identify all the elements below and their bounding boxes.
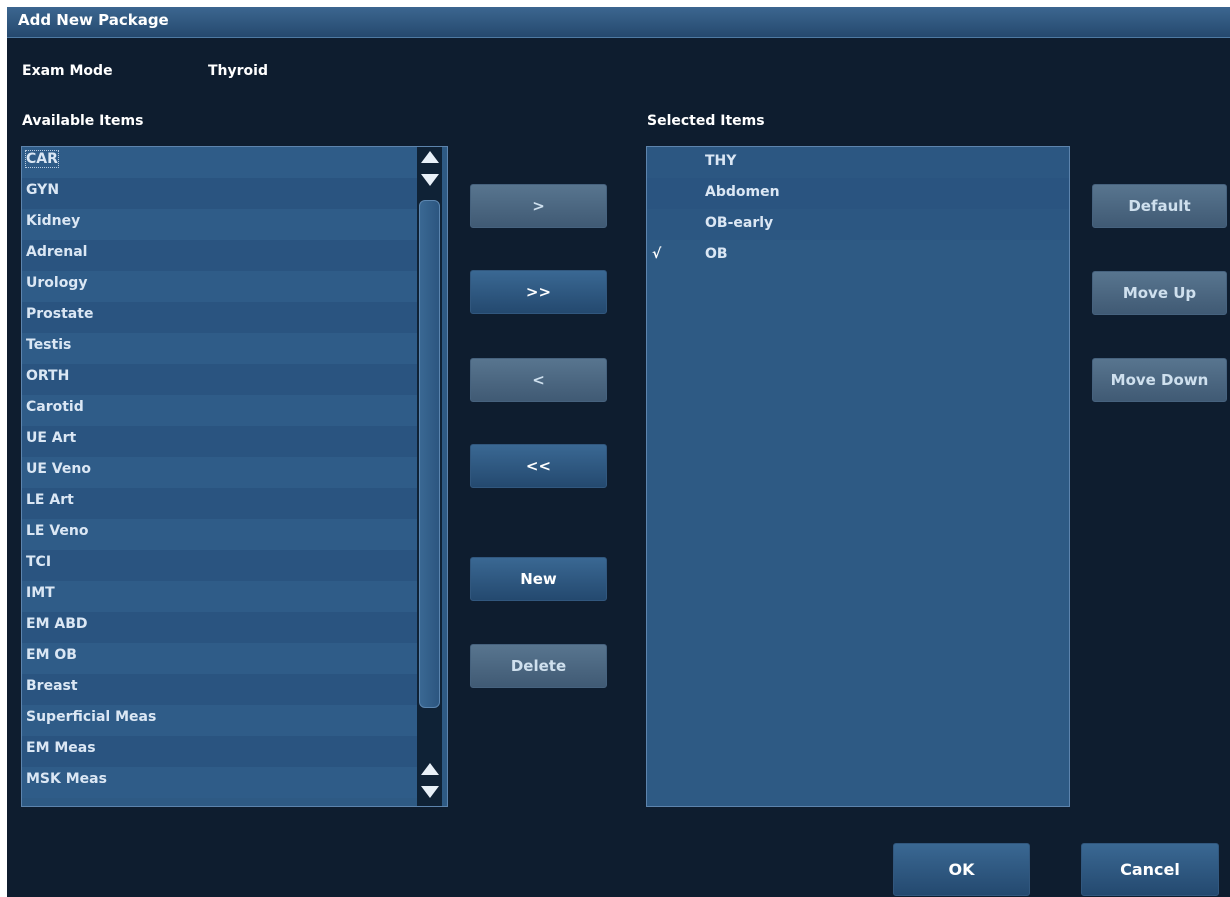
available-item-label: UE Veno xyxy=(26,461,91,477)
available-item[interactable]: EM ABD xyxy=(22,612,417,643)
selected-item-label: Abdomen xyxy=(705,184,780,200)
selected-item-label: OB xyxy=(705,246,728,262)
available-item[interactable]: Testis xyxy=(22,333,417,364)
cancel-button[interactable]: Cancel xyxy=(1081,843,1219,896)
dialog-title: Add New Package xyxy=(18,11,169,29)
scroll-up-arrow-icon[interactable] xyxy=(421,763,439,775)
available-item-label: GYN xyxy=(26,182,60,198)
scrollbar-thumb[interactable] xyxy=(419,200,440,708)
selected-items-title: Selected Items xyxy=(647,113,765,129)
available-item[interactable]: UE Art xyxy=(22,426,417,457)
available-item[interactable]: LE Art xyxy=(22,488,417,519)
available-item[interactable]: Prostate xyxy=(22,302,417,333)
selected-item[interactable]: OB-early xyxy=(647,209,1069,240)
available-item[interactable]: Urology xyxy=(22,271,417,302)
available-item[interactable]: Carotid xyxy=(22,395,417,426)
selected-item[interactable]: √ OB xyxy=(647,240,1069,271)
available-item-label: EM ABD xyxy=(26,616,88,632)
available-item[interactable]: LE Veno xyxy=(22,519,417,550)
available-item-label: CAR xyxy=(25,150,59,168)
available-item[interactable]: Adrenal xyxy=(22,240,417,271)
move-up-button[interactable]: Move Up xyxy=(1092,271,1227,315)
add-package-dialog: Add New Package Exam Mode Thyroid Availa… xyxy=(7,7,1230,897)
available-item[interactable]: MSK Meas xyxy=(22,767,417,798)
available-item-label: Kidney xyxy=(26,213,81,229)
available-item[interactable]: IMT xyxy=(22,581,417,612)
available-item-label: Testis xyxy=(26,337,72,353)
available-item-label: Superficial Meas xyxy=(26,709,157,725)
available-item-label: Urology xyxy=(26,275,88,291)
add-all-button[interactable]: >> xyxy=(470,270,607,314)
available-item[interactable]: CAR xyxy=(22,147,417,178)
available-item[interactable]: UE Veno xyxy=(22,457,417,488)
available-item-label: LE Art xyxy=(26,492,74,508)
scroll-up-arrow-icon[interactable] xyxy=(421,151,439,163)
available-item-label: ORTH xyxy=(26,368,70,384)
available-item-label: UE Art xyxy=(26,430,77,446)
add-button[interactable]: > xyxy=(470,184,607,228)
exam-mode-label: Exam Mode xyxy=(22,63,113,79)
available-item[interactable]: EM OB xyxy=(22,643,417,674)
available-item[interactable]: GYN xyxy=(22,178,417,209)
exam-mode-value: Thyroid xyxy=(208,63,268,79)
available-scrollbar[interactable] xyxy=(417,147,442,806)
selected-item-label: OB-early xyxy=(705,215,774,231)
available-item-label: EM OB xyxy=(26,647,77,663)
selected-items-list[interactable]: THY Abdomen OB-early √ OB xyxy=(646,146,1070,807)
selected-item[interactable]: THY xyxy=(647,147,1069,178)
new-button[interactable]: New xyxy=(470,557,607,601)
available-item[interactable]: EM Meas xyxy=(22,736,417,767)
available-item-label: Breast xyxy=(26,678,78,694)
title-bar: Add New Package xyxy=(7,7,1230,38)
available-item-label: LE Veno xyxy=(26,523,89,539)
checkmark-icon: √ xyxy=(652,246,662,262)
available-item[interactable]: Superficial Meas xyxy=(22,705,417,736)
available-item[interactable]: TCI xyxy=(22,550,417,581)
scroll-down-arrow-icon[interactable] xyxy=(421,174,439,186)
delete-button[interactable]: Delete xyxy=(470,644,607,688)
remove-all-button[interactable]: << xyxy=(470,444,607,488)
available-item-label: Carotid xyxy=(26,399,84,415)
available-item-label: Prostate xyxy=(26,306,94,322)
ok-button[interactable]: OK xyxy=(893,843,1030,896)
scroll-down-arrow-icon[interactable] xyxy=(421,786,439,798)
available-item-label: Adrenal xyxy=(26,244,88,260)
selected-item-label: THY xyxy=(705,153,737,169)
move-down-button[interactable]: Move Down xyxy=(1092,358,1227,402)
available-item-label: IMT xyxy=(26,585,55,601)
remove-button[interactable]: < xyxy=(470,358,607,402)
available-item[interactable]: Kidney xyxy=(22,209,417,240)
available-item-label: TCI xyxy=(26,554,52,570)
available-item-label: MSK Meas xyxy=(26,771,107,787)
available-item[interactable]: Breast xyxy=(22,674,417,705)
available-items-list[interactable]: MSK Meas EM Meas Superficial Meas Breast EM … xyxy=(21,146,448,807)
default-button[interactable]: Default xyxy=(1092,184,1227,228)
available-item[interactable]: ORTH xyxy=(22,364,417,395)
available-item-label: EM Meas xyxy=(26,740,96,756)
available-items-title: Available Items xyxy=(22,113,144,129)
selected-item[interactable]: Abdomen xyxy=(647,178,1069,209)
